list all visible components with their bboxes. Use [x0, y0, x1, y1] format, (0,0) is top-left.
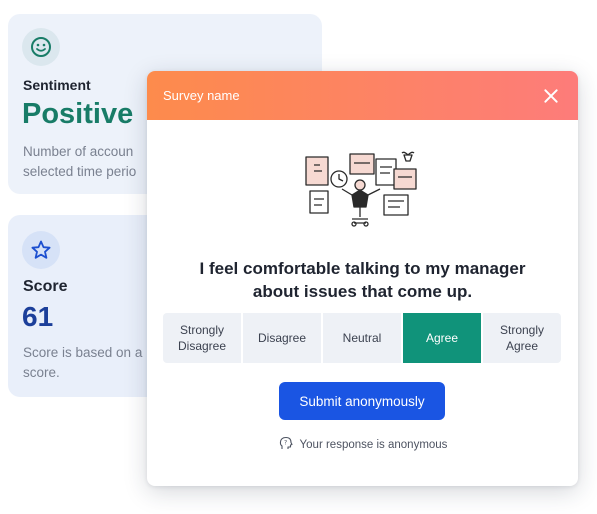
option-label: Agree [505, 339, 539, 353]
option-label: Disagree [177, 339, 227, 353]
close-icon[interactable] [542, 87, 560, 105]
option-label: Disagree [257, 331, 307, 345]
modal-header: Survey name [147, 71, 578, 120]
survey-modal: Survey name I feel comfortable talking t… [147, 71, 578, 486]
submit-anonymously-button[interactable]: Submit anonymously [279, 382, 445, 420]
option-neutral[interactable]: Neutral [323, 313, 401, 363]
option-label: Strongly [499, 323, 545, 337]
anonymous-head-icon: ? [278, 435, 294, 454]
option-strongly-disagree[interactable]: Strongly Disagree [163, 313, 241, 363]
anonymous-note-text: Your response is anonymous [299, 438, 448, 451]
option-label: Agree [425, 331, 459, 345]
survey-title: Survey name [163, 88, 240, 103]
anonymous-note: ? Your response is anonymous [147, 435, 578, 454]
star-icon [22, 231, 60, 269]
survey-question: I feel comfortable talking to my manager… [147, 257, 578, 303]
option-agree[interactable]: Agree [403, 313, 481, 363]
score-label: Score [23, 278, 68, 295]
sentiment-label: Sentiment [23, 77, 91, 93]
option-label: Strongly [179, 323, 225, 337]
smile-icon [22, 28, 60, 66]
option-label: Neutral [342, 331, 382, 345]
svg-text:?: ? [284, 440, 287, 447]
workplace-illustration [304, 151, 419, 237]
answer-options: Strongly Disagree Disagree Neutral Agree … [163, 313, 561, 363]
sentiment-value: Positive [22, 98, 134, 130]
option-disagree[interactable]: Disagree [243, 313, 321, 363]
option-strongly-agree[interactable]: Strongly Agree [483, 313, 561, 363]
score-value: 61 [22, 301, 54, 332]
question-line1: I feel comfortable talking to my manager [199, 259, 526, 278]
question-line2: about issues that come up. [252, 282, 473, 301]
